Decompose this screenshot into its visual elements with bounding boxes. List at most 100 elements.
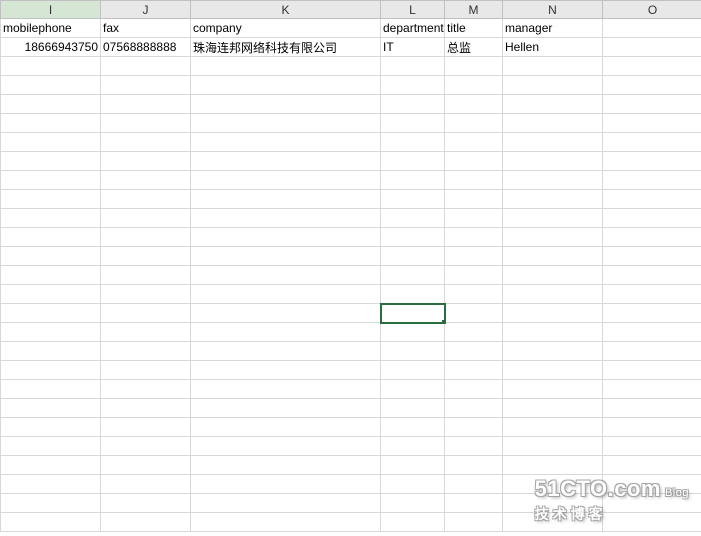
cell[interactable]: [445, 285, 503, 304]
cell-I2[interactable]: 18666943750: [1, 38, 101, 57]
cell[interactable]: [101, 266, 191, 285]
cell[interactable]: [191, 304, 381, 323]
cell[interactable]: [503, 494, 603, 513]
cell[interactable]: [381, 418, 445, 437]
cell[interactable]: [445, 133, 503, 152]
cell[interactable]: [603, 266, 701, 285]
cell[interactable]: [603, 133, 701, 152]
cell[interactable]: [191, 114, 381, 133]
column-header-N[interactable]: N: [503, 1, 603, 19]
cell[interactable]: [1, 190, 101, 209]
cell[interactable]: [1, 399, 101, 418]
cell-O1[interactable]: [603, 19, 701, 38]
cell[interactable]: [1, 209, 101, 228]
cell[interactable]: [101, 437, 191, 456]
cell[interactable]: [381, 95, 445, 114]
cell[interactable]: [1, 95, 101, 114]
cell[interactable]: [191, 95, 381, 114]
cell[interactable]: [503, 76, 603, 95]
cell[interactable]: [503, 57, 603, 76]
cell[interactable]: [101, 114, 191, 133]
cell[interactable]: [101, 304, 191, 323]
cell[interactable]: [381, 247, 445, 266]
cell[interactable]: [1, 437, 101, 456]
cell[interactable]: [381, 494, 445, 513]
cell[interactable]: [503, 152, 603, 171]
cell[interactable]: [381, 361, 445, 380]
cell[interactable]: [191, 190, 381, 209]
cell[interactable]: [603, 437, 701, 456]
cell[interactable]: [603, 171, 701, 190]
cell[interactable]: [445, 247, 503, 266]
cell[interactable]: [445, 380, 503, 399]
cell[interactable]: [445, 456, 503, 475]
cell[interactable]: [445, 494, 503, 513]
cell[interactable]: [445, 342, 503, 361]
cell[interactable]: [191, 228, 381, 247]
cell[interactable]: [603, 247, 701, 266]
cell[interactable]: [603, 152, 701, 171]
cell-M2[interactable]: 总监: [445, 38, 503, 57]
cell[interactable]: [445, 266, 503, 285]
cell[interactable]: [445, 399, 503, 418]
cell[interactable]: [603, 323, 701, 342]
cell[interactable]: [603, 418, 701, 437]
cell[interactable]: [1, 494, 101, 513]
cell[interactable]: [1, 456, 101, 475]
cell[interactable]: [101, 171, 191, 190]
cell[interactable]: [603, 456, 701, 475]
cell[interactable]: [191, 266, 381, 285]
cell[interactable]: [191, 494, 381, 513]
cell[interactable]: [603, 76, 701, 95]
cell[interactable]: [603, 380, 701, 399]
spreadsheet-grid[interactable]: I J K L M N O mobilephone fax company de…: [0, 0, 701, 532]
cell[interactable]: [603, 209, 701, 228]
cell-O2[interactable]: [603, 38, 701, 57]
cell[interactable]: [1, 228, 101, 247]
cell[interactable]: [191, 76, 381, 95]
cell[interactable]: [381, 342, 445, 361]
cell-J2[interactable]: 07568888888: [101, 38, 191, 57]
cell[interactable]: [445, 361, 503, 380]
cell[interactable]: [101, 456, 191, 475]
cell[interactable]: [503, 323, 603, 342]
cell[interactable]: [191, 380, 381, 399]
cell[interactable]: [503, 247, 603, 266]
cell[interactable]: [503, 399, 603, 418]
cell[interactable]: [101, 76, 191, 95]
cell[interactable]: [381, 380, 445, 399]
cell[interactable]: [503, 285, 603, 304]
cell[interactable]: [503, 209, 603, 228]
cell[interactable]: [603, 361, 701, 380]
cell[interactable]: [1, 513, 101, 532]
cell[interactable]: [603, 57, 701, 76]
column-header-L[interactable]: L: [381, 1, 445, 19]
cell[interactable]: [603, 114, 701, 133]
cell[interactable]: [381, 209, 445, 228]
cell-K2[interactable]: 珠海连邦网络科技有限公司: [191, 38, 381, 57]
cell[interactable]: [1, 323, 101, 342]
cell[interactable]: [503, 342, 603, 361]
cell[interactable]: [503, 133, 603, 152]
column-header-O[interactable]: O: [603, 1, 701, 19]
cell[interactable]: [1, 418, 101, 437]
cell[interactable]: [191, 475, 381, 494]
cell-L2[interactable]: IT: [381, 38, 445, 57]
cell[interactable]: [445, 95, 503, 114]
cell[interactable]: [445, 418, 503, 437]
cell-N2[interactable]: Hellen: [503, 38, 603, 57]
cell[interactable]: [381, 171, 445, 190]
cell[interactable]: [381, 228, 445, 247]
cell-M1[interactable]: title: [445, 19, 503, 38]
cell[interactable]: [381, 266, 445, 285]
cell[interactable]: [101, 494, 191, 513]
cell[interactable]: [445, 76, 503, 95]
cell[interactable]: [191, 513, 381, 532]
cell-L1[interactable]: department: [381, 19, 445, 38]
active-cell-L16[interactable]: [381, 304, 445, 323]
cell[interactable]: [503, 190, 603, 209]
cell[interactable]: [101, 228, 191, 247]
cell[interactable]: [101, 475, 191, 494]
cell[interactable]: [1, 114, 101, 133]
cell[interactable]: [381, 133, 445, 152]
